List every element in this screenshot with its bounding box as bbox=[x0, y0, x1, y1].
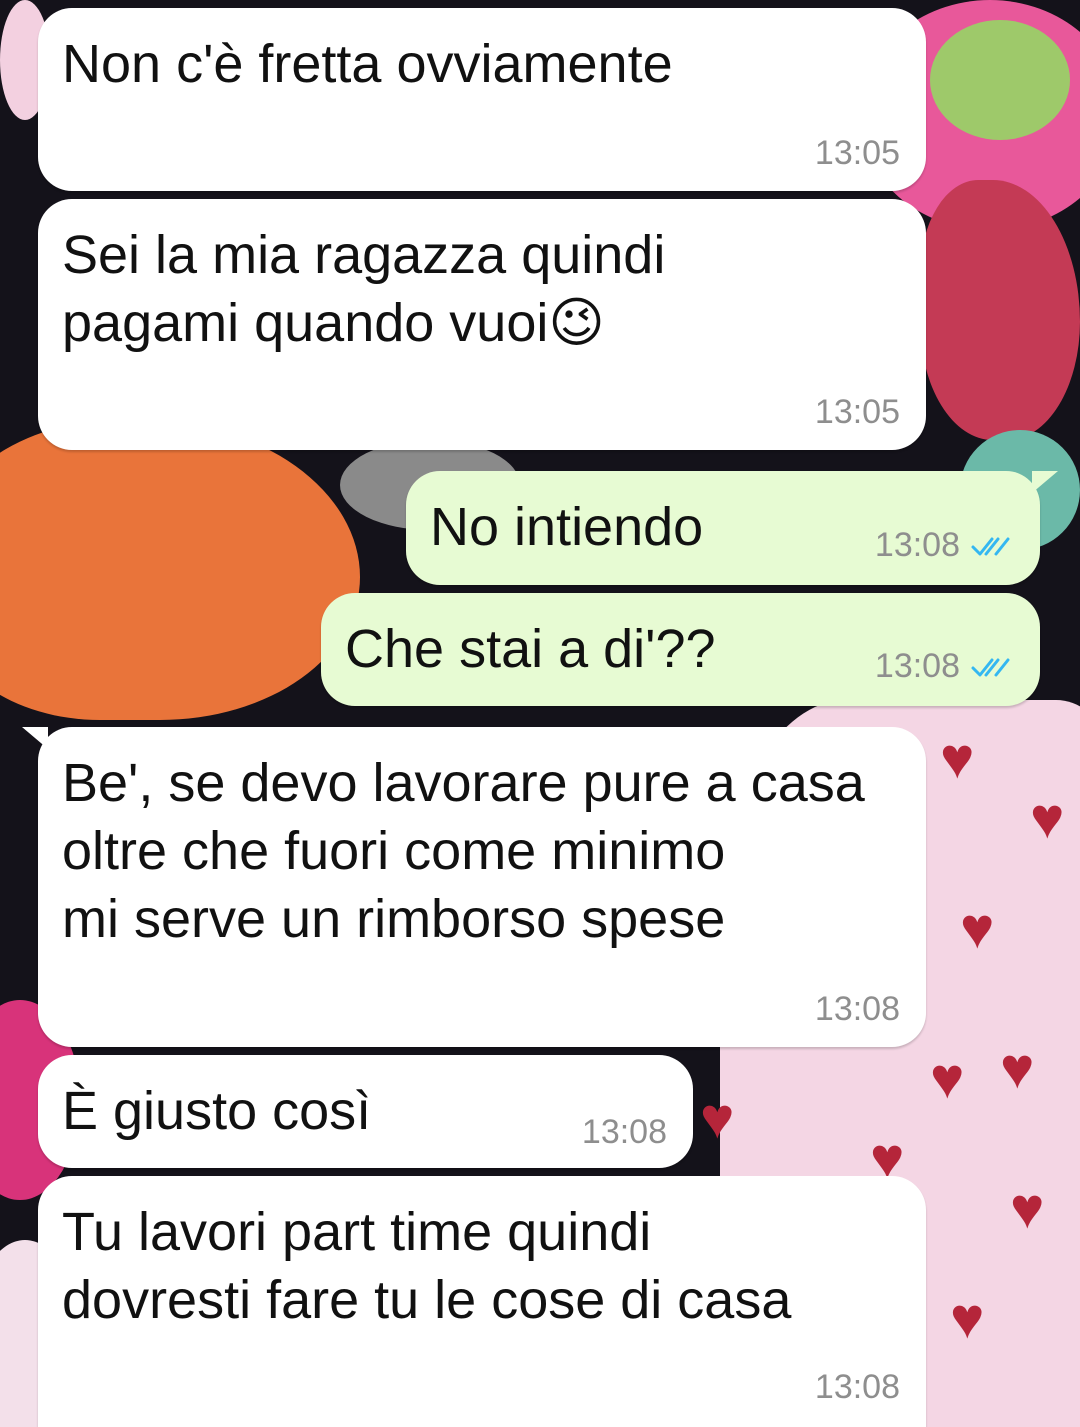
message-time: 13:05 bbox=[814, 393, 900, 431]
message-bubble-incoming[interactable]: Sei la mia ragazza quindi pagami quando … bbox=[38, 199, 926, 450]
double-check-icon bbox=[971, 537, 1010, 555]
message-time: 13:08 bbox=[874, 526, 960, 564]
message-meta: 13:08 bbox=[815, 990, 900, 1029]
message-meta: 13:05 bbox=[815, 134, 900, 173]
message-time: 13:08 bbox=[874, 647, 960, 685]
message-time: 13:08 bbox=[814, 990, 900, 1028]
message-text: Non c'è fretta ovviamente bbox=[62, 34, 673, 94]
double-check-icon bbox=[971, 658, 1010, 676]
message-meta: 13:08 bbox=[875, 526, 1014, 565]
message-text: È giusto così bbox=[62, 1081, 372, 1141]
message-bubble-incoming[interactable]: Be', se devo lavorare pure a casa oltre … bbox=[22, 727, 926, 1047]
message-meta: 13:08 bbox=[582, 1113, 667, 1152]
message-bubble-outgoing[interactable]: No intiendo 13:08 bbox=[406, 471, 1058, 585]
message-bubble-incoming[interactable]: Non c'è fretta ovviamente 13:05 bbox=[38, 8, 926, 191]
message-bubble-incoming[interactable]: Tu lavori part time quindi dovresti fare… bbox=[38, 1176, 926, 1427]
message-text: Sei la mia ragazza quindi pagami quando … bbox=[62, 225, 666, 353]
message-time: 13:08 bbox=[814, 1368, 900, 1406]
message-text: Be', se devo lavorare pure a casa oltre … bbox=[62, 753, 865, 949]
message-time: 13:05 bbox=[814, 134, 900, 172]
message-bubble-outgoing[interactable]: Che stai a di'?? 13:08 bbox=[321, 593, 1040, 706]
message-meta: 13:05 bbox=[815, 393, 900, 432]
message-bubble-incoming[interactable]: È giusto così 13:08 bbox=[38, 1055, 693, 1168]
message-meta: 13:08 bbox=[875, 647, 1014, 686]
message-text: Tu lavori part time quindi dovresti fare… bbox=[62, 1202, 792, 1330]
message-time: 13:08 bbox=[581, 1113, 667, 1151]
message-meta: 13:08 bbox=[815, 1368, 900, 1407]
